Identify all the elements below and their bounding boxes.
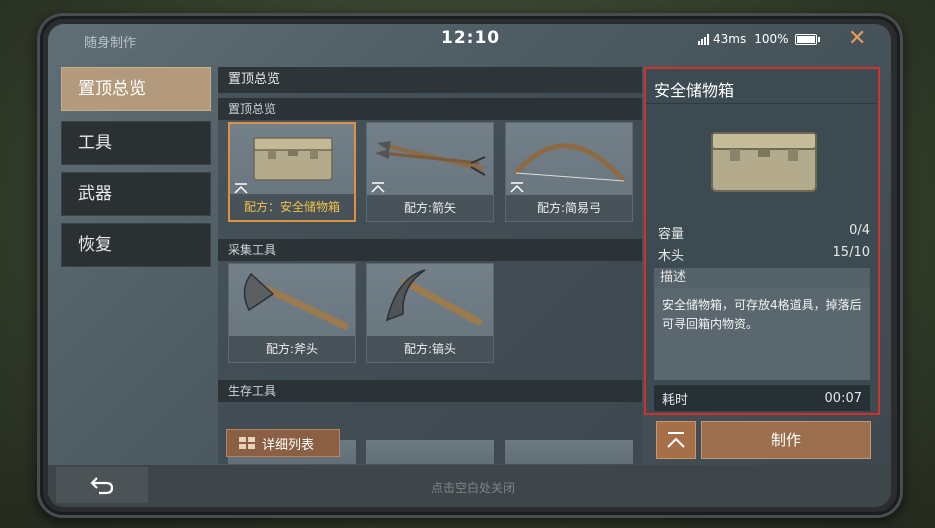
pin-icon <box>510 182 524 193</box>
recipe-card-arrows[interactable]: 配方:箭矢 <box>366 122 494 222</box>
wood-row: 木头 15/10 <box>658 245 870 264</box>
clock: 12:10 <box>441 28 501 48</box>
section-header-survival-tools: 生存工具 <box>218 380 642 402</box>
recipe-card-simple-bow[interactable]: 配方:简易弓 <box>505 122 633 222</box>
battery-value: 100% <box>754 32 789 46</box>
sidebar-item-label: 置顶总览 <box>78 79 146 99</box>
recipe-card[interactable] <box>505 440 633 464</box>
divider <box>646 103 878 104</box>
recipe-card-label: 配方:斧头 <box>229 336 355 362</box>
detail-list-label: 详细列表 <box>262 437 315 453</box>
recipe-card-label: 配方:箭矢 <box>367 195 493 221</box>
wood-value: 15/10 <box>832 245 870 260</box>
recipe-card-label: 配方：安全储物箱 <box>230 194 354 220</box>
network-status: 43ms 100% <box>698 32 820 46</box>
window-title: 随身制作 <box>84 36 137 51</box>
craft-time-value: 00:07 <box>824 390 862 406</box>
signal-icon <box>698 33 709 45</box>
capacity-value: 0/4 <box>849 223 870 238</box>
pin-button[interactable] <box>656 421 696 459</box>
description-text: 安全储物箱，可存放4格道具，掉落后可寻回箱内物资。 <box>654 288 870 380</box>
section-header-pinned: 置顶总览 <box>218 98 642 120</box>
pin-icon <box>667 432 685 448</box>
sidebar-item-pinned-overview[interactable]: 置顶总览 <box>61 67 211 111</box>
crafting-screen: 随身制作 12:10 43ms 100% ✕ 置顶总览 工具 武器 恢复 置顶总… <box>48 24 891 507</box>
sidebar-item-label: 武器 <box>78 184 112 204</box>
arrows-icon <box>375 141 486 176</box>
section-header-gathering-tools: 采集工具 <box>218 239 642 261</box>
close-icon[interactable]: ✕ <box>848 26 866 51</box>
tap-to-close-hint: 点击空白处关闭 <box>430 481 515 495</box>
storage-box-icon <box>253 137 333 181</box>
recipe-card-pickaxe[interactable]: 配方:镐头 <box>366 263 494 363</box>
sidebar-item-recovery[interactable]: 恢复 <box>61 223 211 267</box>
capacity-label: 容量 <box>658 227 685 242</box>
panel-header: 置顶总览 <box>218 67 642 93</box>
description-header: 描述 <box>654 268 870 288</box>
recipe-card-label: 配方:镐头 <box>367 336 493 362</box>
craft-button[interactable]: 制作 <box>701 421 871 459</box>
sidebar-item-label: 工具 <box>78 133 112 153</box>
item-name: 安全储物箱 <box>654 81 735 100</box>
recipe-card-label: 配方:简易弓 <box>506 195 632 221</box>
detail-list-button[interactable]: 详细列表 <box>226 429 340 457</box>
ping-value: 43ms <box>713 32 747 46</box>
recipe-card-axe[interactable]: 配方:斧头 <box>228 263 356 363</box>
storage-box-icon <box>711 132 817 192</box>
pickaxe-icon <box>385 269 483 326</box>
capacity-row: 容量 0/4 <box>658 223 870 242</box>
back-button[interactable] <box>56 467 148 503</box>
sidebar-item-label: 恢复 <box>78 235 112 255</box>
sidebar-item-tools[interactable]: 工具 <box>61 121 211 165</box>
recipe-card[interactable] <box>366 440 494 464</box>
craft-time-label: 耗时 <box>662 392 689 408</box>
item-detail-panel: 安全储物箱 容量 0/4 木头 15/10 描述 安全储物箱，可存放4格道具，掉落后… <box>644 67 880 415</box>
back-arrow-icon <box>90 477 114 495</box>
recipe-card-safe-box[interactable]: 配方：安全储物箱 <box>228 122 356 222</box>
recipe-list-panel[interactable]: 置顶总览 置顶总览 配方：安全储物箱 配方:箭矢 配方:简易弓 采集工具 配方:… <box>218 67 642 464</box>
wood-label: 木头 <box>658 249 685 264</box>
pin-icon <box>234 183 248 194</box>
craft-time-row: 耗时 00:07 <box>654 385 870 411</box>
sidebar-item-weapons[interactable]: 武器 <box>61 172 211 216</box>
pin-icon <box>371 182 385 193</box>
battery-icon <box>794 33 820 45</box>
axe-icon <box>243 272 349 330</box>
list-icon <box>239 437 255 449</box>
bow-icon <box>514 143 626 183</box>
